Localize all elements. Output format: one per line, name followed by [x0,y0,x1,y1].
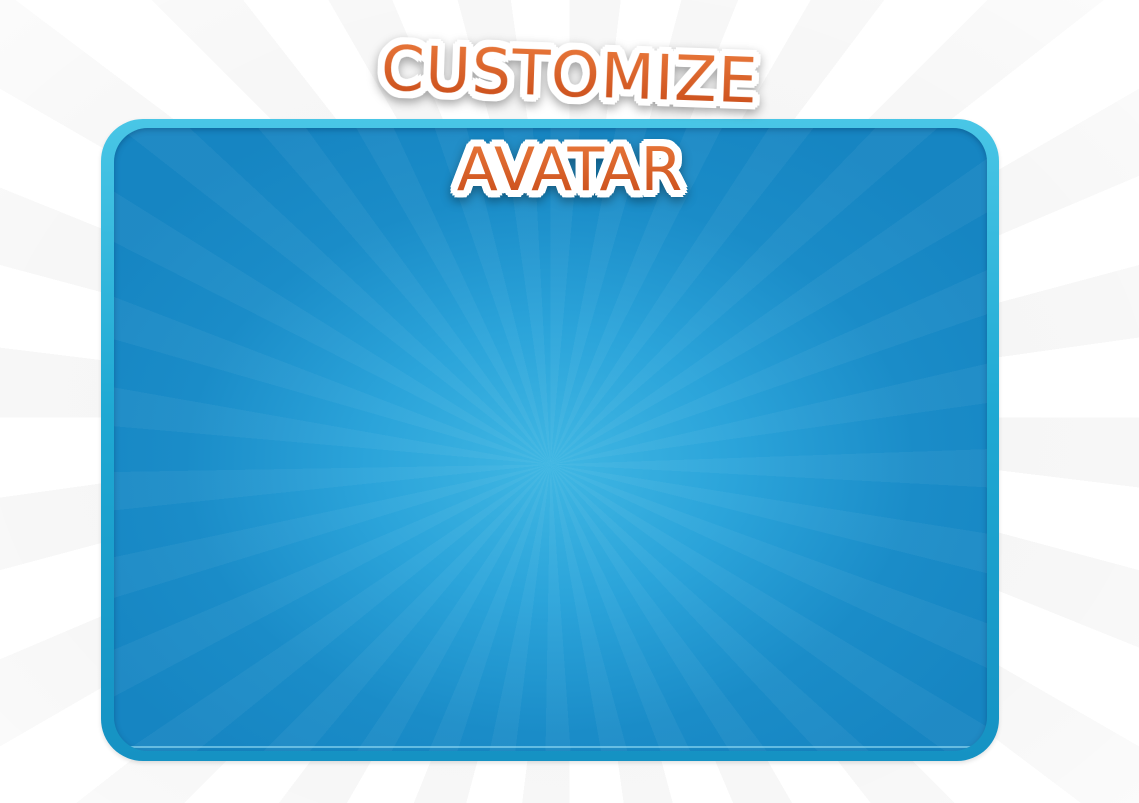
panel-bottom-highlight [126,746,975,748]
avatar-panel [101,119,999,761]
panel-sunburst [114,128,987,751]
avatar-panel-content-area [114,128,987,751]
